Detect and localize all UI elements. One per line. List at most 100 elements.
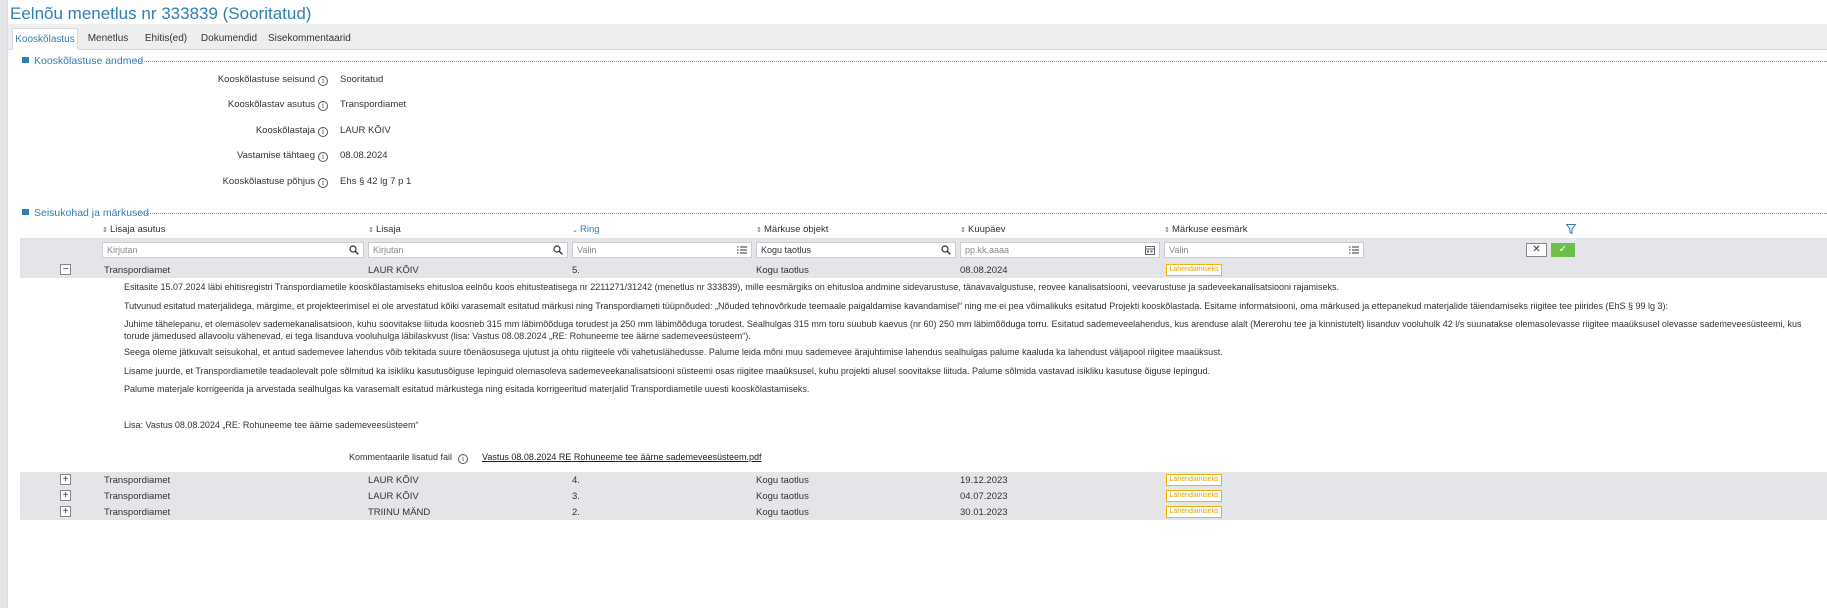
section-divider: [132, 61, 1827, 62]
tab-dokumendid[interactable]: Dokumendid: [198, 28, 260, 50]
tab-ehitised[interactable]: Ehitis(ed): [138, 28, 194, 50]
cell-kuupaev: 30.01.2023: [960, 507, 1008, 518]
sort-icon: ⇕: [368, 227, 374, 234]
cell-lisaja: TRIINU MÄND: [368, 507, 431, 518]
filter-lisaja[interactable]: Kirjutan: [368, 242, 568, 258]
column-header-markuse-objekt[interactable]: ⇕ Märkuse objekt: [756, 224, 828, 235]
field-value-seisund: Sooritatud: [340, 74, 384, 85]
field-label-pohjus: Kooskõlastuse põhjus i: [28, 176, 328, 188]
collapse-row-button[interactable]: −: [60, 264, 71, 275]
expand-row-button[interactable]: +: [60, 474, 71, 485]
section-title: Seisukohad ja märkused: [34, 207, 149, 219]
filter-markuse-eesmark[interactable]: Valin: [1164, 242, 1364, 258]
info-icon[interactable]: i: [318, 178, 328, 188]
filter-ring[interactable]: Valin: [572, 242, 752, 258]
cell-kuupaev: 19.12.2023: [960, 475, 1008, 486]
section-divider: [136, 213, 1827, 214]
list-icon: [737, 246, 747, 254]
tab-bar: Kooskõlastus Menetlus Ehitis(ed) Dokumen…: [8, 24, 1827, 50]
cell-objekt: Kogu taotlus: [756, 265, 809, 276]
left-edge: [0, 0, 8, 608]
filter-kuupaev[interactable]: pp.kk.aaaa: [960, 242, 1160, 258]
search-icon: [941, 245, 951, 255]
section-kooskolastuse-andmed[interactable]: Kooskõlastuse andmed: [22, 55, 143, 69]
calendar-icon: [1145, 246, 1155, 255]
info-icon[interactable]: i: [318, 127, 328, 137]
list-icon: [1349, 246, 1359, 254]
search-icon: [553, 245, 563, 255]
comment-paragraph: Juhime tähelepanu, et olemasolev sademek…: [124, 319, 1802, 341]
info-icon[interactable]: i: [318, 101, 328, 111]
cell-ring: 4.: [572, 475, 580, 486]
sort-icon: ⇕: [102, 227, 108, 234]
status-badge: Lahendamiseks: [1166, 506, 1222, 518]
column-header-lisaja[interactable]: ⇕ Lisaja: [368, 224, 401, 235]
field-label-tahtaeg: Vastamise tähtaeg i: [28, 150, 328, 162]
field-label-kooskolastaja: Kooskõlastaja i: [28, 125, 328, 137]
section-title: Kooskõlastuse andmed: [34, 55, 144, 67]
section-seisukohad[interactable]: Seisukohad ja märkused: [22, 207, 149, 221]
cell-lisaja: LAUR KÕIV: [368, 265, 419, 276]
sort-icon: ⇕: [960, 227, 966, 234]
comment-paragraph: Palume materjale korrigeerida ja arvesta…: [124, 384, 810, 394]
cell-objekt: Kogu taotlus: [756, 507, 809, 518]
cell-asutus: Transpordiamet: [104, 491, 171, 502]
cell-objekt: Kogu taotlus: [756, 475, 809, 486]
field-label-asutus: Kooskõlastav asutus i: [28, 99, 328, 111]
page-title: Eelnõu menetlus nr 333839 (Sooritatud): [10, 4, 312, 23]
field-value-pohjus: Ehs § 42 lg 7 p 1: [340, 176, 412, 187]
expand-row-button[interactable]: +: [60, 506, 71, 517]
sort-desc-icon: ⌄: [572, 227, 578, 234]
field-label-seisund: Kooskõlastuse seisund i: [28, 74, 328, 86]
status-badge: Lahendamiseks: [1166, 490, 1222, 502]
field-value-asutus: Transpordiamet: [340, 99, 407, 110]
cell-lisaja: LAUR KÕIV: [368, 491, 419, 502]
info-icon[interactable]: i: [458, 454, 468, 464]
tab-sisekommentaarid[interactable]: Sisekommentaarid: [268, 28, 351, 50]
info-icon[interactable]: i: [318, 76, 328, 86]
cell-kuupaev: 08.08.2024: [960, 265, 1008, 276]
expand-row-button[interactable]: +: [60, 490, 71, 501]
status-badge: Lahendamiseks: [1166, 474, 1222, 486]
cell-asutus: Transpordiamet: [104, 475, 171, 486]
cell-asutus: Transpordiamet: [104, 507, 171, 518]
cell-asutus: Transpordiamet: [104, 265, 171, 276]
cell-kuupaev: 04.07.2023: [960, 491, 1008, 502]
cell-ring: 2.: [572, 507, 580, 518]
comment-paragraph: Seega oleme jätkuvalt seisukohal, et ant…: [124, 347, 1223, 357]
filter-icon[interactable]: [1566, 224, 1576, 234]
comment-paragraph: Esitasite 15.07.2024 läbi ehitisregistri…: [124, 282, 1340, 292]
table-row[interactable]: − Transpordiamet LAUR KÕIV 5. Kogu taotl…: [20, 262, 1827, 278]
filter-lisaja-asutus[interactable]: Kirjutan: [102, 242, 364, 258]
filter-markuse-objekt[interactable]: Kogu taotlus: [756, 242, 956, 258]
column-header-lisaja-asutus[interactable]: ⇕ Lisaja asutus: [102, 224, 165, 235]
cell-lisaja: LAUR KÕIV: [368, 475, 419, 486]
column-header-markuse-eesmark[interactable]: ⇕ Märkuse eesmärk: [1164, 224, 1248, 235]
field-value-kooskolastaja: LAUR KÕIV: [340, 125, 391, 136]
column-header-kuupaev[interactable]: ⇕ Kuupäev: [960, 224, 1006, 235]
comment-paragraph: Tutvunud esitatud materjalidega, märgime…: [124, 301, 1668, 311]
table-row[interactable]: + Transpordiamet LAUR KÕIV 4. Kogu taotl…: [20, 472, 1827, 488]
comment-paragraph: Lisa: Vastus 08.08.2024 „RE: Rohuneeme t…: [124, 420, 419, 430]
clear-filters-button[interactable]: ✕: [1526, 243, 1547, 257]
column-header-ring[interactable]: ⌄ Ring: [572, 224, 600, 235]
tab-menetlus[interactable]: Menetlus: [80, 28, 136, 50]
tab-kooskolastus[interactable]: Kooskõlastus: [12, 28, 78, 50]
table-row[interactable]: + Transpordiamet TRIINU MÄND 2. Kogu tao…: [20, 504, 1827, 520]
info-icon[interactable]: i: [318, 152, 328, 162]
collapse-icon: [22, 56, 30, 64]
page: Eelnõu menetlus nr 333839 (Sooritatud) K…: [8, 0, 1827, 608]
attachment-label: Kommentaarile lisatud fail i: [8, 452, 468, 464]
status-badge: Lahendamiseks: [1166, 264, 1222, 276]
sort-icon: ⇕: [1164, 227, 1170, 234]
attachment-link[interactable]: Vastus 08.08.2024 RE Rohuneeme tee äärne…: [482, 452, 762, 462]
cell-ring: 3.: [572, 491, 580, 502]
collapse-icon: [22, 208, 30, 216]
search-icon: [349, 245, 359, 255]
table-row[interactable]: + Transpordiamet LAUR KÕIV 3. Kogu taotl…: [20, 488, 1827, 504]
field-value-tahtaeg: 08.08.2024: [340, 150, 388, 161]
apply-filters-button[interactable]: ✓: [1551, 243, 1575, 257]
cell-objekt: Kogu taotlus: [756, 491, 809, 502]
sort-icon: ⇕: [756, 227, 762, 234]
cell-ring: 5.: [572, 265, 580, 276]
